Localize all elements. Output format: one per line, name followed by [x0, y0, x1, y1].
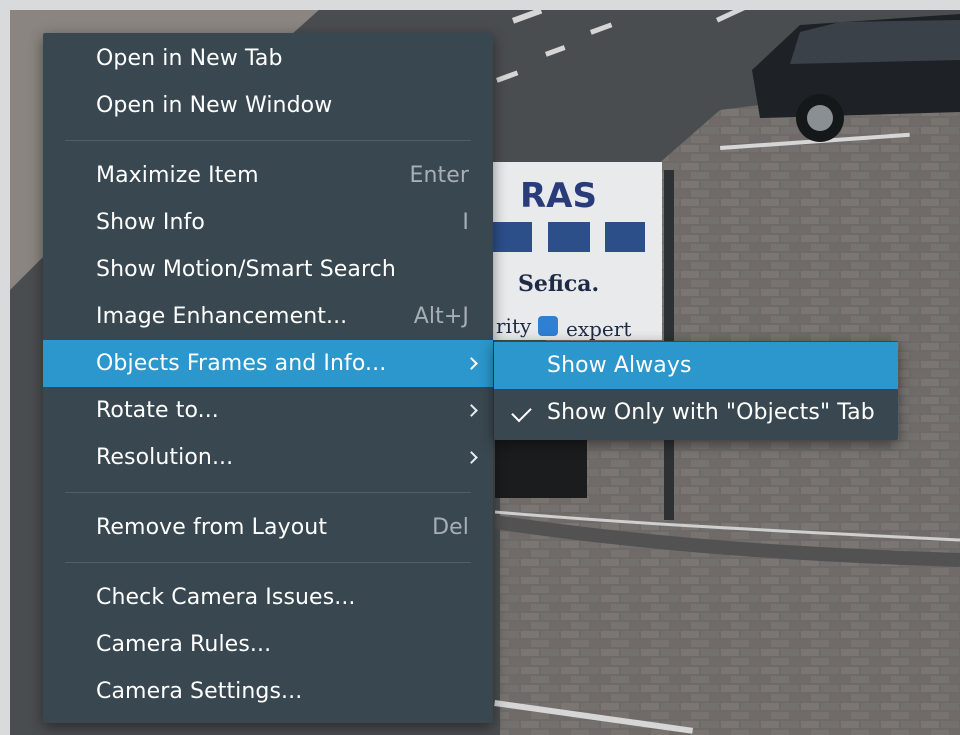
menu-item-image-enhancement[interactable]: Image Enhancement... Alt+J [43, 293, 493, 340]
chevron-right-icon [465, 387, 479, 434]
menu-item-remove-from-layout[interactable]: Remove from Layout Del [43, 504, 493, 551]
menu-separator [43, 551, 493, 574]
menu-item-label: Show Always [547, 353, 692, 378]
svg-text:Sefica.: Sefica. [518, 271, 599, 297]
menu-item-camera-rules[interactable]: Camera Rules... [43, 621, 493, 668]
menu-item-shortcut: Alt+J [413, 304, 469, 329]
menu-item-label: Open in New Tab [96, 46, 283, 71]
menu-item-camera-settings[interactable]: Camera Settings... [43, 668, 493, 715]
objects-frames-submenu: Show Always Show Only with "Objects" Tab [494, 341, 898, 440]
menu-item-check-camera-issues[interactable]: Check Camera Issues... [43, 574, 493, 621]
chevron-right-icon [465, 434, 479, 481]
menu-item-label: Objects Frames and Info... [96, 351, 387, 376]
svg-text:RAS: RAS [520, 176, 597, 216]
svg-text:expert: expert [566, 317, 631, 341]
menu-separator [43, 481, 493, 504]
menu-item-label: Rotate to... [96, 398, 219, 423]
menu-item-label: Camera Settings... [96, 679, 303, 704]
submenu-item-show-only-with-objects-tab[interactable]: Show Only with "Objects" Tab [494, 389, 898, 436]
menu-item-label: Maximize Item [96, 163, 259, 188]
menu-item-shortcut: Enter [409, 163, 469, 188]
checkmark-icon [511, 401, 532, 423]
menu-item-objects-frames-and-info[interactable]: Objects Frames and Info... [43, 340, 493, 387]
menu-item-show-motion-smart-search[interactable]: Show Motion/Smart Search [43, 246, 493, 293]
menu-item-open-in-new-tab[interactable]: Open in New Tab [43, 35, 493, 82]
menu-item-resolution[interactable]: Resolution... [43, 434, 493, 481]
menu-item-shortcut: I [462, 210, 469, 235]
menu-item-label: Show Motion/Smart Search [96, 257, 396, 282]
menu-item-maximize-item[interactable]: Maximize Item Enter [43, 152, 493, 199]
context-menu: Open in New Tab Open in New Window Maxim… [43, 33, 493, 723]
menu-item-label: Resolution... [96, 445, 234, 470]
menu-item-label: Check Camera Issues... [96, 585, 356, 610]
menu-item-label: Image Enhancement... [96, 304, 348, 329]
submenu-item-show-always[interactable]: Show Always [494, 342, 898, 389]
menu-item-rotate-to[interactable]: Rotate to... [43, 387, 493, 434]
svg-text:rity: rity [496, 314, 532, 338]
menu-item-label: Show Info [96, 210, 205, 235]
menu-item-label: Camera Rules... [96, 632, 272, 657]
menu-item-shortcut: Del [432, 515, 469, 540]
menu-item-label: Remove from Layout [96, 515, 328, 540]
menu-item-open-in-new-window[interactable]: Open in New Window [43, 82, 493, 129]
menu-item-label: Show Only with "Objects" Tab [547, 400, 875, 425]
menu-separator [43, 129, 493, 152]
menu-item-show-info[interactable]: Show Info I [43, 199, 493, 246]
chevron-right-icon [465, 340, 479, 387]
menu-item-label: Open in New Window [96, 93, 333, 118]
